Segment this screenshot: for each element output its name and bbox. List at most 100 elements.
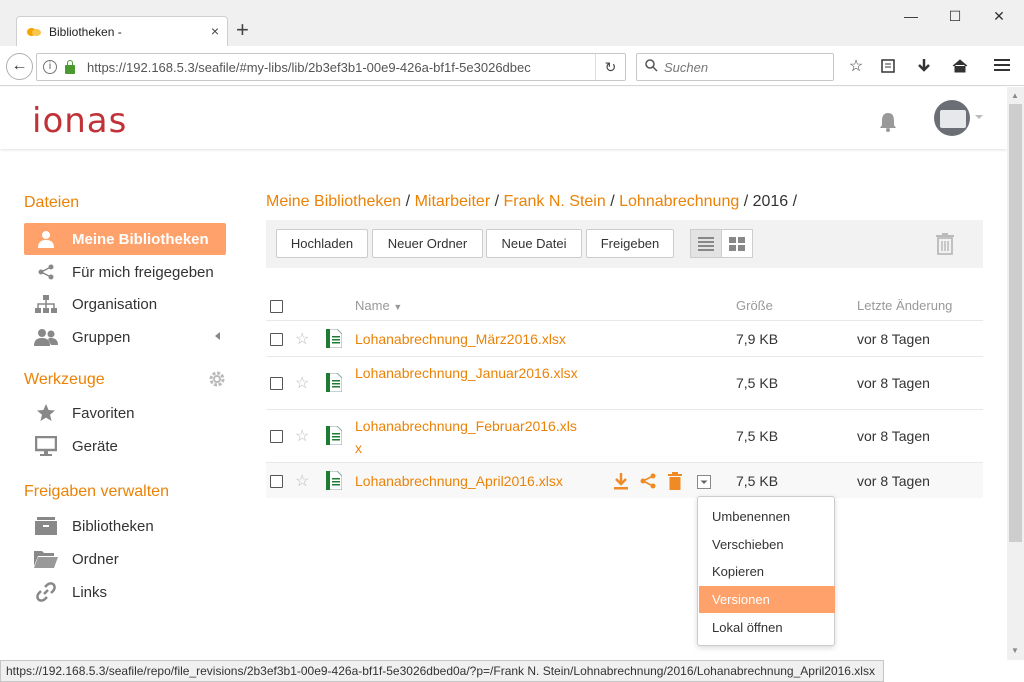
search-icon xyxy=(645,59,658,75)
column-header-name-label: Name xyxy=(355,298,390,313)
share-button[interactable]: Freigeben xyxy=(586,229,674,258)
download-icon[interactable] xyxy=(914,58,934,76)
row-checkbox[interactable] xyxy=(270,430,283,443)
row-checkbox[interactable] xyxy=(270,377,283,390)
grid-view-button[interactable] xyxy=(721,229,753,258)
close-window-button[interactable]: ✕ xyxy=(984,6,1014,26)
file-name-link[interactable]: Lohanabrechnung_April2016.xlsx xyxy=(355,470,580,492)
new-file-button[interactable]: Neue Datei xyxy=(486,229,582,258)
back-button[interactable]: ← xyxy=(6,53,33,80)
tab-title: Bibliotheken - xyxy=(49,24,122,39)
caret-left-icon[interactable] xyxy=(215,332,220,340)
tab-close-icon[interactable]: × xyxy=(211,23,219,39)
list-view-button[interactable] xyxy=(690,229,722,258)
menu-item-lokal-oeffnen[interactable]: Lokal öffnen xyxy=(699,614,835,641)
user-icon xyxy=(34,229,58,249)
file-name-link[interactable]: Lohanabrechnung_März2016.xlsx xyxy=(355,328,580,350)
breadcrumb-link-lohnabrechnung[interactable]: Lohnabrechnung xyxy=(619,193,739,210)
menu-item-versionen[interactable]: Versionen xyxy=(699,586,835,613)
breadcrumb-link-frank-n-stein[interactable]: Frank N. Stein xyxy=(504,193,606,210)
avatar-caret-icon[interactable] xyxy=(975,115,983,119)
file-modified: vor 8 Tagen xyxy=(857,428,930,444)
bell-icon[interactable] xyxy=(878,111,898,133)
star-outline-icon[interactable]: ☆ xyxy=(295,426,309,446)
grid-view-icon xyxy=(729,236,745,251)
file-modified: vor 8 Tagen xyxy=(857,473,930,489)
maximize-button[interactable]: ☐ xyxy=(940,6,970,26)
download-file-icon[interactable] xyxy=(612,472,630,490)
file-name-link[interactable]: Lohanabrechnung_Januar2016.xlsx xyxy=(355,362,580,384)
info-icon[interactable]: i xyxy=(43,60,57,74)
sidebar-item-gruppen[interactable]: Gruppen xyxy=(24,321,226,353)
new-tab-button[interactable]: + xyxy=(236,18,249,42)
row-checkbox[interactable] xyxy=(270,333,283,346)
sidebar-heading-werkzeuge: Werkzeuge xyxy=(24,371,105,388)
scroll-down-icon[interactable]: ▼ xyxy=(1011,646,1019,655)
arrow-left-icon: ← xyxy=(11,57,28,74)
breadcrumb-link-meine-bibliotheken[interactable]: Meine Bibliotheken xyxy=(266,193,401,210)
file-toolbar: Hochladen Neuer Ordner Neue Datei Freige… xyxy=(266,220,983,268)
sidebar-item-favoriten[interactable]: Favoriten xyxy=(24,397,226,429)
bookmark-star-icon[interactable]: ☆ xyxy=(846,58,866,76)
divider xyxy=(266,409,983,410)
sidebar-item-organisation[interactable]: Organisation xyxy=(24,288,226,320)
sidebar-item-meine-bibliotheken[interactable]: Meine Bibliotheken xyxy=(24,223,226,255)
excel-file-icon xyxy=(325,328,343,349)
sidebar-item-label: Gruppen xyxy=(72,328,131,346)
minimize-button[interactable]: — xyxy=(896,6,926,26)
sidebar-item-label: Organisation xyxy=(72,295,158,313)
share-file-icon[interactable] xyxy=(639,472,657,490)
reload-icon[interactable]: ↻ xyxy=(595,54,625,80)
home-icon[interactable] xyxy=(950,58,970,76)
sidebar-item-geraete[interactable]: Geräte xyxy=(24,430,226,462)
gear-icon[interactable] xyxy=(208,370,226,391)
upload-button[interactable]: Hochladen xyxy=(276,229,368,258)
file-name-link[interactable]: Lohanabrechnung_Februar2016.xlsx xyxy=(355,415,580,459)
sidebar-item-ordner[interactable]: Ordner xyxy=(24,543,226,575)
scrollbar-thumb[interactable] xyxy=(1009,104,1022,542)
breadcrumb-separator: / xyxy=(405,193,411,210)
url-bar[interactable]: i https://192.168.5.3/seafile/#my-libs/l… xyxy=(36,53,626,81)
menu-icon[interactable] xyxy=(992,58,1012,76)
search-placeholder: Suchen xyxy=(664,59,709,75)
avatar[interactable] xyxy=(934,100,970,136)
star-outline-icon[interactable]: ☆ xyxy=(295,373,309,393)
breadcrumb-link-mitarbeiter[interactable]: Mitarbeiter xyxy=(415,193,491,210)
trash-icon[interactable] xyxy=(936,233,954,258)
delete-file-icon[interactable] xyxy=(666,472,684,490)
sidebar-item-bibliotheken[interactable]: Bibliotheken xyxy=(24,510,226,542)
sidebar-item-label: Meine Bibliotheken xyxy=(72,230,209,248)
select-all-checkbox[interactable] xyxy=(270,300,283,313)
link-icon xyxy=(34,582,58,602)
ionas-logo[interactable]: ionas xyxy=(32,101,127,141)
file-size: 7,5 KB xyxy=(736,473,779,489)
menu-item-kopieren[interactable]: Kopieren xyxy=(699,558,835,585)
menu-item-verschieben[interactable]: Verschieben xyxy=(699,531,835,558)
more-options-caret-icon[interactable] xyxy=(695,473,713,491)
menu-item-umbenennen[interactable]: Umbenennen xyxy=(699,503,835,530)
divider xyxy=(266,356,983,357)
reading-list-icon[interactable] xyxy=(878,58,898,76)
browser-tab[interactable]: Bibliotheken - × xyxy=(16,16,228,46)
sidebar-item-fuer-mich-freigegeben[interactable]: Für mich freigegeben xyxy=(24,256,226,288)
sidebar-heading-dateien: Dateien xyxy=(24,194,80,211)
breadcrumb-separator: / xyxy=(743,193,749,210)
new-folder-button[interactable]: Neuer Ordner xyxy=(372,229,483,258)
file-size: 7,5 KB xyxy=(736,428,779,444)
sidebar-item-links[interactable]: Links xyxy=(24,576,226,608)
divider xyxy=(266,320,983,321)
scroll-up-icon[interactable]: ▲ xyxy=(1011,91,1019,100)
url-text[interactable]: https://192.168.5.3/seafile/#my-libs/lib… xyxy=(87,60,567,75)
browser-status-bar: https://192.168.5.3/seafile/repo/file_re… xyxy=(0,660,884,682)
star-outline-icon[interactable]: ☆ xyxy=(295,471,309,491)
column-header-name[interactable]: Name ▼ xyxy=(355,298,402,313)
sidebar-item-label: Links xyxy=(72,583,108,601)
column-header-modified[interactable]: Letzte Änderung xyxy=(857,298,952,313)
row-checkbox[interactable] xyxy=(270,475,283,488)
sidebar-item-label: Für mich freigegeben xyxy=(72,263,214,281)
sidebar-heading-freigaben: Freigaben verwalten xyxy=(24,483,169,500)
search-input[interactable]: Suchen xyxy=(636,53,834,81)
column-header-size[interactable]: Größe xyxy=(736,298,773,313)
list-view-icon xyxy=(698,236,714,251)
star-outline-icon[interactable]: ☆ xyxy=(295,329,309,349)
